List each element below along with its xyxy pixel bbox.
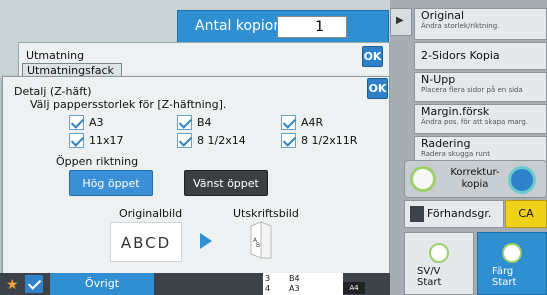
checkbox-11x17[interactable]: 11x17 [69,133,124,148]
clear-all-button[interactable]: CA [505,200,547,228]
button-title: Margin.försk [421,105,490,118]
arrow-right-icon [200,233,212,249]
checkbox-checked-icon [177,115,192,130]
color-start-line2: Start [492,277,517,288]
bw-start-label: SV/V Start [417,266,441,288]
checkbox-label: 8 1/2x14 [197,134,246,147]
checkbox-label: 11x17 [89,134,124,147]
checkbox-label: A3 [89,116,104,129]
current-paper-badge: A4 [343,282,365,294]
opening-direction-label: Öppen riktning [56,155,139,168]
checkmark-icon[interactable] [25,275,43,293]
checkbox-checked-icon [69,115,84,130]
button-subtitle: Placera flera sidor på en sida [421,86,523,94]
checkbox-label: A4R [301,116,324,129]
duplex-button[interactable]: 2-Sidors Kopia [414,42,547,70]
color-start-line1: Färg [492,266,514,277]
tray-number: 3 [265,274,271,283]
output-ok-button[interactable]: OK [362,46,383,67]
left-open-button[interactable]: Vänst öppet [184,170,268,196]
button-title: Radering [421,137,471,150]
copies-input[interactable]: 1 [277,16,347,38]
chevron-right-icon: ▶ [396,15,404,26]
button-subtitle: Radera skugga runt [421,150,490,158]
tray-size: A3 [289,284,300,293]
checkbox-8-5x14[interactable]: 8 1/2x14 [177,133,246,148]
button-subtitle: Ändra storlek/riktning. [421,22,500,30]
button-title: N-Upp [421,73,456,86]
proof-color-icon [508,166,536,194]
svg-text:B: B [256,242,260,249]
start-icon [429,243,449,263]
right-open-button[interactable]: Hög öppet [69,170,153,196]
checkbox-checked-icon [281,115,296,130]
other-button[interactable]: Övrigt [50,273,154,295]
star-icon[interactable]: ★ [6,277,19,293]
checkbox-a4r[interactable]: A4R [281,115,323,130]
detail-ok-button[interactable]: OK [367,78,388,99]
preview-icon [410,206,424,222]
tray-number: 4 [265,284,271,293]
checkbox-checked-icon [69,133,84,148]
detail-dialog: Detalj (Z-häft) OK Välj pappersstorlek f… [2,76,390,274]
button-subtitle: Ändra pos. för att skapa marg. [421,118,529,126]
tray-size: B4 [289,274,300,283]
proof-copy-label: Korrektur-kopia [450,167,500,190]
output-title: Utmatning [26,49,85,62]
checkbox-b4[interactable]: B4 [177,115,212,130]
bw-start-line2: Start [417,277,442,288]
proof-start-icon [410,166,436,192]
start-icon [502,243,522,263]
detail-title: Detalj (Z-häft) [14,85,92,98]
original-image-label: Originalbild [119,207,183,220]
nup-button[interactable]: N-Upp Placera flera sidor på en sida [414,72,547,102]
print-image-label: Utskriftsbild [233,207,299,220]
checkbox-checked-icon [281,133,296,148]
original-preview: ABCD [110,222,182,262]
checkbox-checked-icon [177,133,192,148]
paper-tray-status: 3 B4 4 A3 [263,273,343,295]
bw-start-line1: SV/V [417,266,441,277]
checkbox-label: B4 [197,116,212,129]
margin-button[interactable]: Margin.försk Ändra pos. för att skapa ma… [414,104,547,134]
color-start-label: Färg Start [492,266,516,288]
detail-instruction: Välj pappersstorlek för [Z-häftning]. [30,98,227,111]
preview-label: Förhandsgr. [427,207,492,220]
checkbox-label: 8 1/2x11R [301,134,358,147]
panel-toggle-button[interactable]: ▶ [390,8,412,36]
checkbox-a3[interactable]: A3 [69,115,104,130]
checkbox-8-5x11r[interactable]: 8 1/2x11R [281,133,357,148]
original-button[interactable]: Original Ändra storlek/riktning. [414,8,547,40]
booklet-icon: A B [250,221,272,259]
button-title: Original [421,9,465,22]
button-title: 2-Sidors Kopia [421,49,500,62]
copies-label: Antal kopior [195,18,280,34]
